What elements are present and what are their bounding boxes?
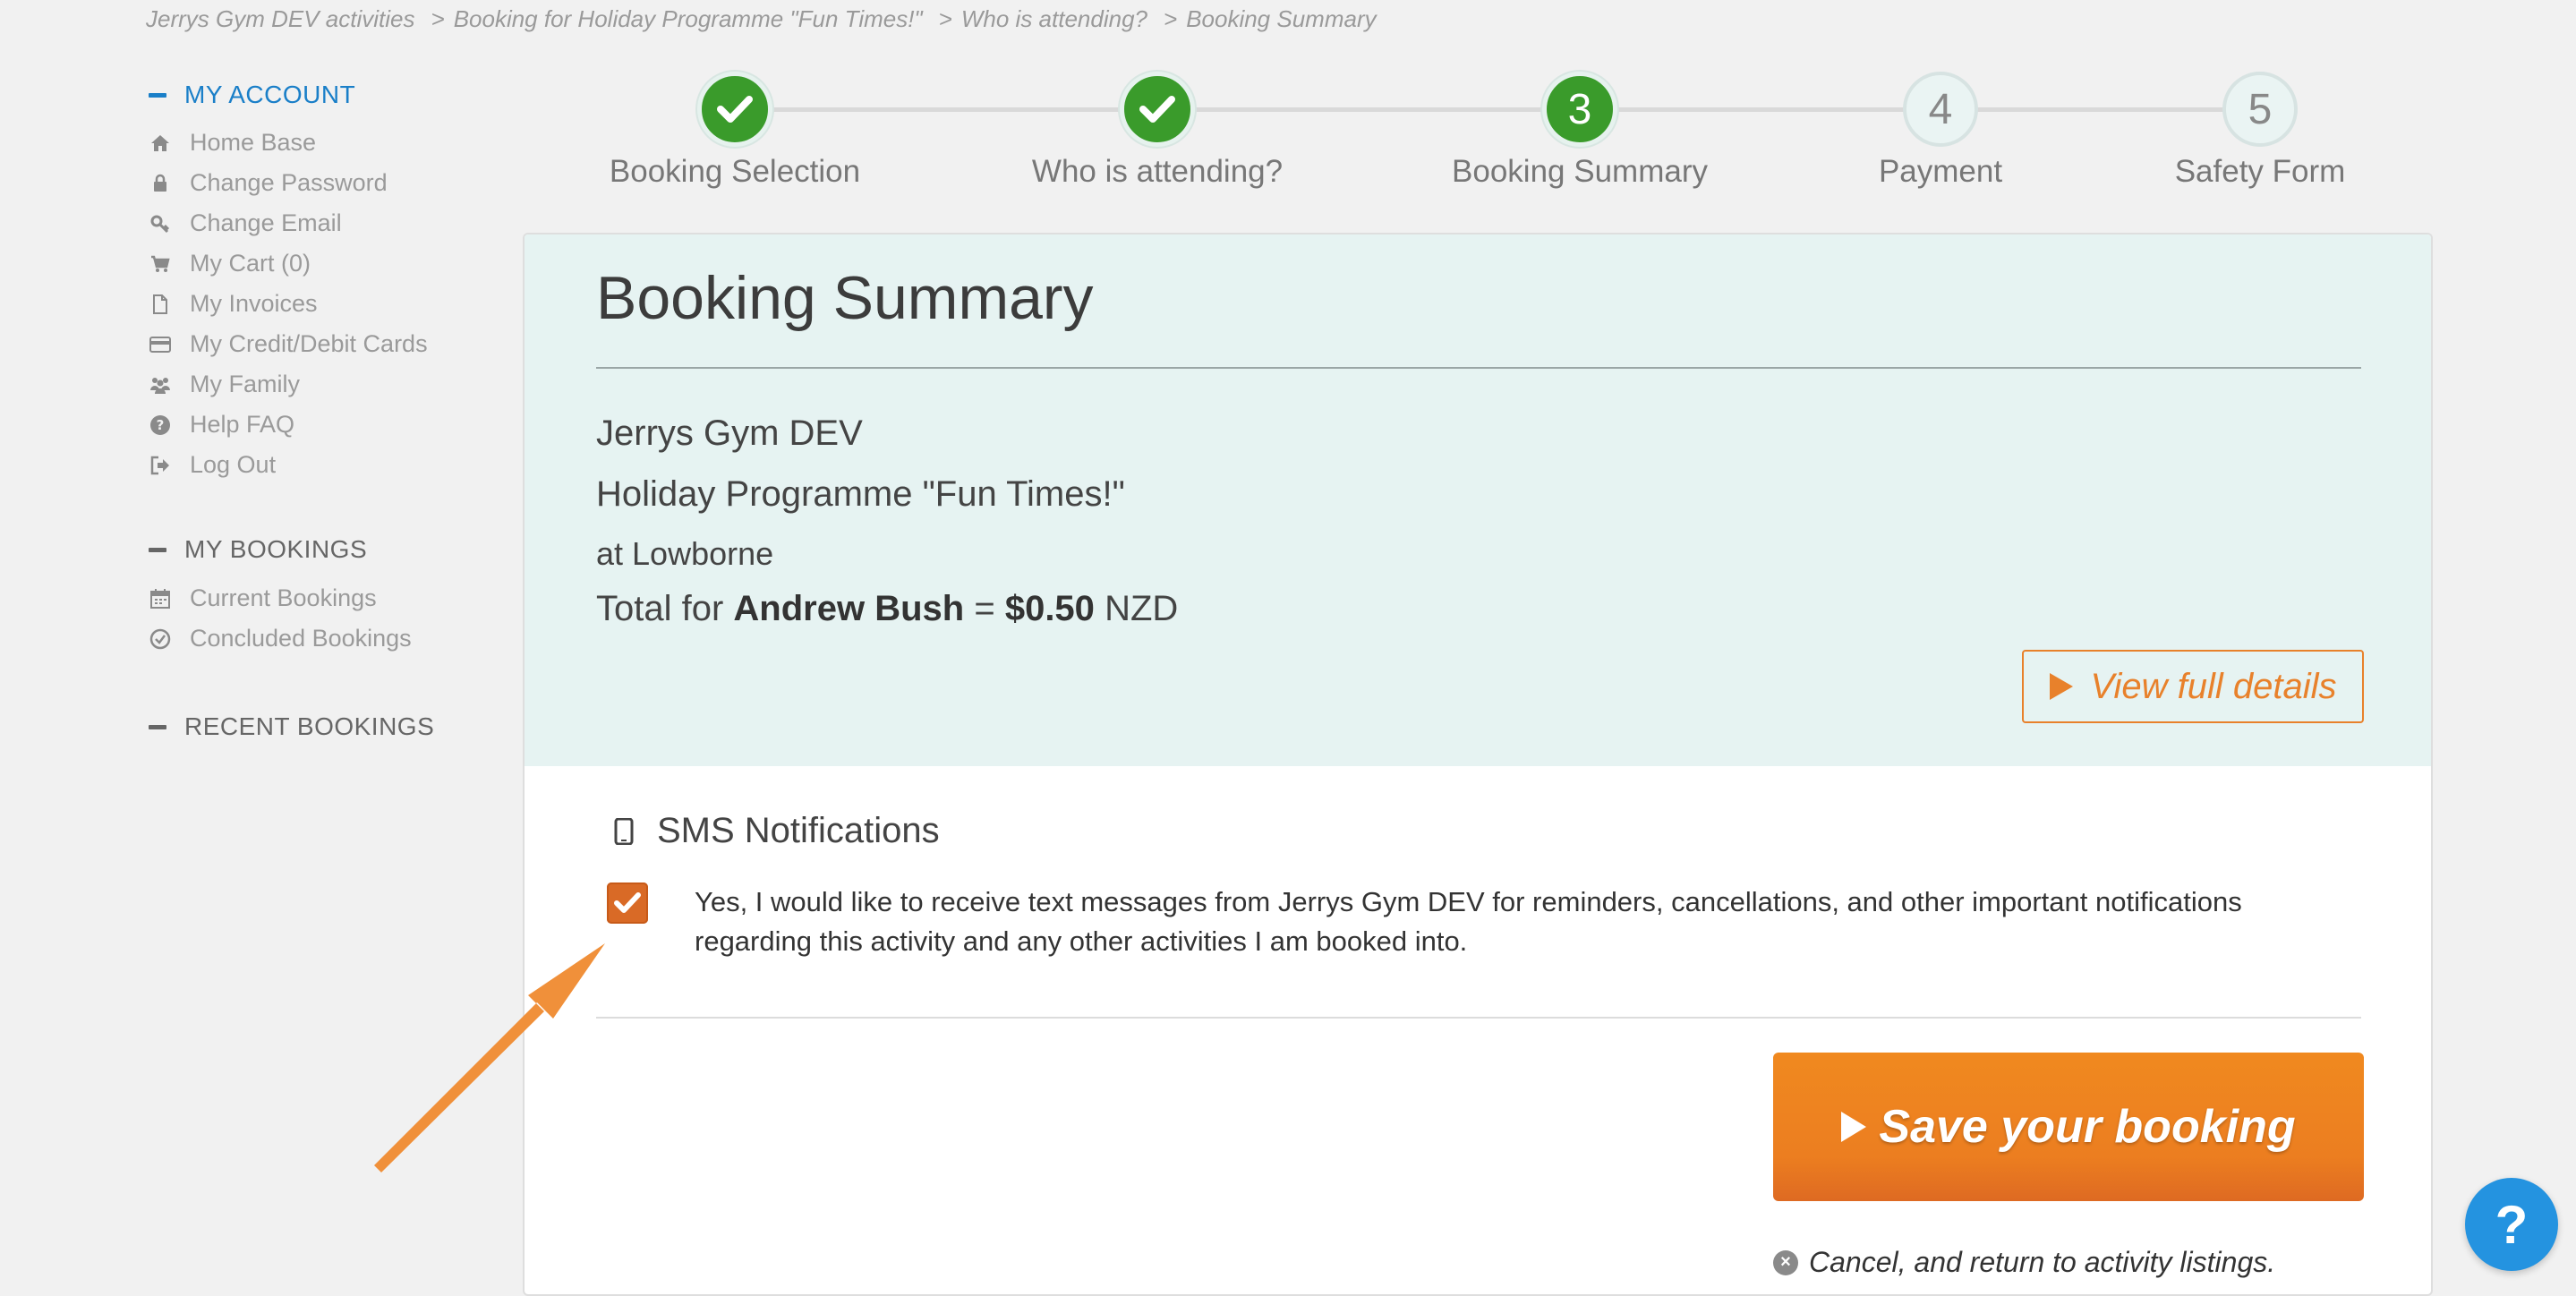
sidebar-item-label: Log Out <box>190 451 277 478</box>
sidebar-item-my-family[interactable]: My Family <box>149 364 428 405</box>
play-arrow-icon <box>2049 673 2073 700</box>
cancel-link[interactable]: × Cancel, and return to activity listing… <box>1773 1246 2275 1279</box>
step-label: Who is attending? <box>1031 154 1284 189</box>
collapse-icon <box>149 92 166 98</box>
sidebar-item-label: Help FAQ <box>190 411 295 438</box>
sms-opt-in-checkbox[interactable] <box>607 882 648 924</box>
breadcrumb-item-activities[interactable]: Jerrys Gym DEV activities <box>146 5 415 33</box>
checkmark-icon <box>1139 96 1175 123</box>
sidebar-item-label: Change Email <box>190 209 342 236</box>
key-icon <box>149 212 172 235</box>
sidebar-item-concluded-bookings[interactable]: Concluded Bookings <box>149 618 412 659</box>
divider <box>596 1017 2361 1019</box>
help-button[interactable]: ? <box>2465 1178 2558 1271</box>
home-icon <box>149 132 172 155</box>
lock-icon <box>149 172 172 195</box>
sidebar-item-label: My Cart (0) <box>190 250 311 277</box>
sms-title: SMS Notifications <box>657 811 940 850</box>
breadcrumb-item-booking[interactable]: Booking for Holiday Programme "Fun Times… <box>454 5 923 33</box>
breadcrumb: Jerrys Gym DEV activities > Booking for … <box>146 5 1377 33</box>
document-icon <box>149 293 172 316</box>
sidebar-item-cards[interactable]: My Credit/Debit Cards <box>149 324 428 364</box>
family-icon <box>149 373 172 396</box>
checkmark-icon <box>717 96 753 123</box>
collapse-icon <box>149 547 166 552</box>
breadcrumb-separator: > <box>431 5 445 32</box>
mobile-phone-icon <box>614 817 634 845</box>
button-label: Save your booking <box>1879 1101 2296 1153</box>
organization-name: Jerrys Gym DEV <box>596 414 863 453</box>
play-arrow-icon <box>1841 1112 1867 1142</box>
step-1-complete <box>697 72 772 147</box>
check-circle-icon <box>149 627 172 651</box>
sidebar-item-label: My Family <box>190 371 300 397</box>
page-title: Booking Summary <box>596 264 1094 332</box>
sidebar-item-label: Concluded Bookings <box>190 625 412 652</box>
step-label: Booking Selection <box>609 154 861 189</box>
booking-summary-card: Booking Summary Jerrys Gym DEV Holiday P… <box>523 233 2433 1296</box>
svg-text:?: ? <box>157 417 165 433</box>
step-number: 5 <box>2248 85 2273 133</box>
step-3-current: 3 <box>1542 72 1617 147</box>
step-4-pending: 4 <box>1903 72 1978 147</box>
breadcrumb-separator: > <box>1164 5 1178 32</box>
button-label: View full details <box>2090 666 2337 706</box>
total-amount: $0.50 <box>1004 589 1095 628</box>
sidebar-item-help-faq[interactable]: ? Help FAQ <box>149 405 428 445</box>
sidebar-item-home-base[interactable]: Home Base <box>149 123 428 163</box>
booking-total: Total for Andrew Bush = $0.50 NZD <box>596 589 1178 629</box>
sidebar-heading-label: MY ACCOUNT <box>184 81 356 108</box>
sidebar-item-my-invoices[interactable]: My Invoices <box>149 284 428 324</box>
annotation-arrow-icon <box>374 943 605 1172</box>
step-label: Safety Form <box>2174 154 2346 189</box>
attendee-name: Andrew Bush <box>733 589 965 628</box>
credit-card-icon <box>149 333 172 356</box>
total-prefix: Total for <box>596 589 724 628</box>
cancel-label: Cancel, and return to activity listings. <box>1809 1246 2276 1278</box>
sidebar-account-list: Home Base Change Password Change Email M… <box>149 123 428 485</box>
sidebar-heading-recent-bookings[interactable]: RECENT BOOKINGS <box>149 712 434 741</box>
programme-name: Holiday Programme "Fun Times!" <box>596 474 1125 514</box>
sidebar-item-change-password[interactable]: Change Password <box>149 163 428 203</box>
logout-icon <box>149 454 172 477</box>
sidebar-item-log-out[interactable]: Log Out <box>149 445 428 485</box>
step-2-complete <box>1120 72 1195 147</box>
close-circle-icon: × <box>1773 1249 1798 1275</box>
divider <box>596 367 2361 369</box>
location: at Lowborne <box>596 535 774 572</box>
view-full-details-button[interactable]: View full details <box>2022 650 2364 723</box>
save-booking-button[interactable]: Save your booking <box>1773 1053 2364 1201</box>
breadcrumb-item-attending[interactable]: Who is attending? <box>961 5 1147 33</box>
step-number: 4 <box>1928 85 1953 133</box>
sms-section-heading: SMS Notifications <box>614 811 940 851</box>
sidebar-heading-my-account[interactable]: MY ACCOUNT <box>149 81 355 109</box>
question-icon: ? <box>149 414 172 437</box>
sidebar-heading-label: RECENT BOOKINGS <box>184 712 435 740</box>
sidebar-item-my-cart[interactable]: My Cart (0) <box>149 243 428 284</box>
step-label: Booking Summary <box>1452 154 1708 189</box>
sidebar-item-label: Change Password <box>190 169 388 196</box>
currency: NZD <box>1105 589 1179 628</box>
collapse-icon <box>149 724 166 729</box>
step-5-pending: 5 <box>2222 72 2298 147</box>
sidebar-item-label: Home Base <box>190 129 317 156</box>
breadcrumb-separator: > <box>938 5 952 32</box>
checkmark-icon <box>614 892 641 913</box>
step-number: 3 <box>1567 85 1592 133</box>
sidebar-heading-my-bookings[interactable]: MY BOOKINGS <box>149 535 367 564</box>
sidebar-item-label: Current Bookings <box>190 584 377 611</box>
cart-icon <box>149 252 172 276</box>
sidebar-item-current-bookings[interactable]: Current Bookings <box>149 578 412 618</box>
sidebar-heading-label: MY BOOKINGS <box>184 535 368 563</box>
equals-sign: = <box>974 589 995 628</box>
sidebar-item-label: My Invoices <box>190 290 318 317</box>
stepper-track <box>735 107 2260 112</box>
sms-consent-text: Yes, I would like to receive text messag… <box>695 886 2242 957</box>
sidebar-bookings-list: Current Bookings Concluded Bookings <box>149 578 412 659</box>
calendar-icon <box>149 587 172 610</box>
step-label: Payment <box>1878 154 2003 189</box>
sidebar-item-change-email[interactable]: Change Email <box>149 203 428 243</box>
sidebar-item-label: My Credit/Debit Cards <box>190 330 428 357</box>
breadcrumb-item-summary: Booking Summary <box>1186 5 1377 32</box>
